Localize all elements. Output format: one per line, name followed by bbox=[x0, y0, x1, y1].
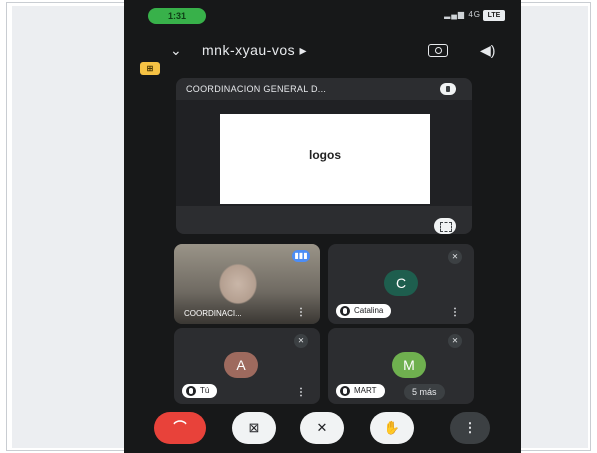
participant-tile-mart[interactable]: ⨯ M MART 5 más bbox=[328, 328, 474, 404]
hand-icon: ✋ bbox=[383, 420, 401, 435]
mic-toggle-button[interactable]: ✕ bbox=[300, 412, 344, 444]
meeting-code-label: mnk-xyau-vos bbox=[202, 42, 296, 58]
avatar: A bbox=[224, 352, 258, 378]
battery-icon: LTE bbox=[483, 10, 505, 21]
muted-mic-icon: ⨯ bbox=[448, 334, 462, 348]
mic-off-icon: ✕ bbox=[316, 420, 328, 435]
avatar: C bbox=[384, 270, 418, 296]
call-controls: ⌒ ⊠ ✕ ✋ ⋮ bbox=[124, 412, 521, 446]
tile-menu-icon[interactable]: ⋮ bbox=[296, 307, 306, 318]
participants-badge[interactable]: ⊞ bbox=[140, 62, 160, 75]
meeting-topbar: ⌄ mnk-xyau-vos ▸ ◀) bbox=[124, 38, 521, 62]
meeting-code[interactable]: mnk-xyau-vos ▸ bbox=[202, 38, 307, 62]
participant-name: MART bbox=[354, 386, 377, 395]
avatar: M bbox=[392, 352, 426, 378]
participant-name-pill: Catalina bbox=[336, 304, 392, 318]
mic-icon bbox=[186, 386, 196, 396]
meeting-code-arrow-icon: ▸ bbox=[299, 42, 308, 58]
network-type: 4G bbox=[468, 10, 481, 19]
more-options-button[interactable]: ⋮ bbox=[450, 412, 490, 444]
camera-off-icon: ⊠ bbox=[248, 420, 260, 435]
status-bar: 1:31 ▂▄▆ 4G LTE bbox=[124, 0, 521, 30]
muted-mic-icon: ⨯ bbox=[448, 250, 462, 264]
tile-menu-icon[interactable]: ⋮ bbox=[296, 387, 306, 398]
speaker-icon[interactable]: ◀) bbox=[480, 38, 495, 62]
tile-menu-icon[interactable]: ⋮ bbox=[450, 307, 460, 318]
slide: logos bbox=[220, 114, 430, 204]
muted-mic-icon: ⨯ bbox=[294, 334, 308, 348]
signal-icon: ▂▄▆ bbox=[444, 10, 466, 19]
slide-text: logos bbox=[309, 148, 341, 162]
right-margin bbox=[521, 6, 588, 448]
participant-name-pill: Tú bbox=[182, 384, 218, 398]
camera-toggle-button[interactable]: ⊠ bbox=[232, 412, 276, 444]
switch-camera-icon[interactable] bbox=[428, 44, 448, 57]
participant-tile-coordinacion[interactable]: ▮▮▮ COORDINACI... ⋮ bbox=[174, 244, 320, 324]
mic-icon bbox=[340, 306, 350, 316]
shared-screen: logos bbox=[176, 100, 472, 206]
raise-hand-button[interactable]: ✋ bbox=[370, 412, 414, 444]
fullscreen-icon[interactable] bbox=[434, 218, 456, 234]
speaking-indicator-icon: ▮▮▮ bbox=[292, 250, 310, 262]
pin-icon[interactable] bbox=[440, 83, 456, 95]
presentation-tile[interactable]: COORDINACION GENERAL D... logos bbox=[176, 78, 472, 234]
participant-name-pill: MART bbox=[336, 384, 385, 398]
participant-tile-self[interactable]: ⨯ A Tú ⋮ bbox=[174, 328, 320, 404]
participant-name: Catalina bbox=[354, 306, 384, 315]
participant-name: COORDINACI... bbox=[184, 309, 242, 318]
mic-icon bbox=[340, 386, 350, 396]
end-call-button[interactable]: ⌒ bbox=[154, 412, 206, 444]
collapse-chevron-icon[interactable]: ⌄ bbox=[170, 38, 182, 62]
more-participants-button[interactable]: 5 más bbox=[404, 384, 445, 400]
hang-up-icon: ⌒ bbox=[173, 420, 187, 435]
status-time: 1:31 bbox=[148, 8, 206, 24]
network-indicator: ▂▄▆ 4G bbox=[444, 10, 481, 19]
participant-name: Tú bbox=[200, 386, 210, 395]
participant-tile-catalina[interactable]: ⨯ C Catalina ⋮ bbox=[328, 244, 474, 324]
left-margin bbox=[12, 6, 124, 448]
presenter-name: COORDINACION GENERAL D... bbox=[186, 84, 327, 94]
meet-app-screen: 1:31 ▂▄▆ 4G LTE ⌄ mnk-xyau-vos ▸ ◀) ⊞ CO… bbox=[124, 0, 521, 453]
